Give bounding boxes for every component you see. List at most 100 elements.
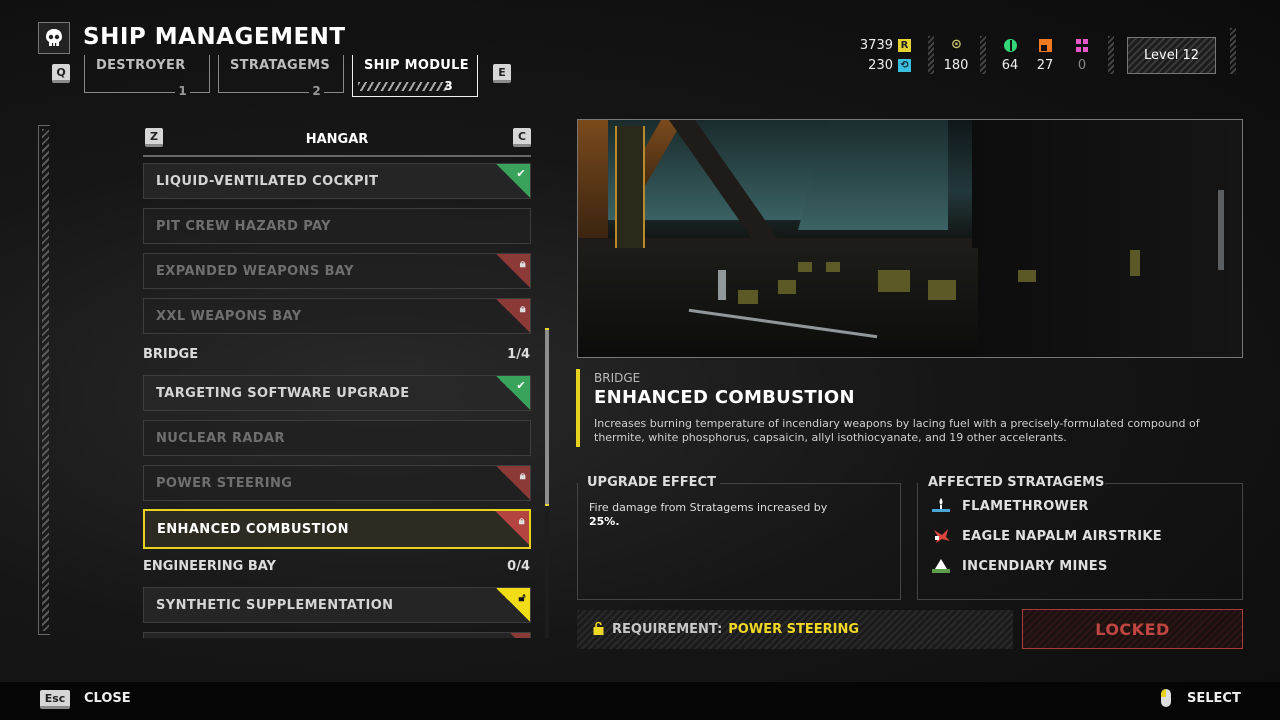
list-item[interactable]: TARGETING SOFTWARE UPGRADE ✔ — [143, 375, 531, 411]
tab-label: SHIP MODULE — [364, 58, 469, 73]
item-label: TARGETING SOFTWARE UPGRADE — [156, 385, 410, 401]
module-preview-image — [577, 119, 1243, 358]
owned-badge: ✔ — [496, 164, 530, 198]
requirement-bar: REQUIREMENT: POWER STEERING — [577, 610, 1013, 649]
unlock-icon: 🔓︎ — [518, 591, 526, 604]
item-label: PIT CREW HAZARD PAY — [156, 218, 331, 234]
check-icon: ✔ — [516, 167, 526, 180]
unlockable-badge: 🔓︎ — [496, 588, 530, 622]
lock-icon: 🔒︎ — [519, 257, 526, 270]
list-item[interactable]: SYNTHETIC SUPPLEMENTATION 🔓︎ — [143, 587, 531, 623]
item-label: SYNTHETIC SUPPLEMENTATION — [156, 597, 394, 613]
list-item[interactable]: PIT CREW HAZARD PAY — [143, 208, 531, 244]
super-samples-value: 0 — [1077, 58, 1087, 73]
tab-label: STRATAGEMS — [230, 58, 331, 73]
item-label: POWER STEERING — [156, 475, 293, 491]
requisition-value: 3739 — [859, 38, 893, 53]
locked-badge: 🔒︎ — [495, 511, 529, 545]
list-item[interactable]: NUCLEAR RADAR — [143, 420, 531, 456]
category-title: HANGAR — [305, 132, 369, 147]
section-label-bridge: BRIDGE — [143, 347, 199, 362]
selection-accent-bar — [576, 369, 580, 447]
check-icon: ✔ — [516, 379, 526, 392]
eagle-icon — [930, 527, 952, 545]
separator — [980, 36, 986, 74]
tab-stratagems[interactable]: STRATAGEMS 2 — [218, 55, 344, 98]
affected-stratagems-header: AFFECTED STRATAGEMS — [928, 475, 1105, 490]
requirement-label: REQUIREMENT: — [612, 622, 723, 637]
prev-category-key[interactable]: Z — [145, 128, 163, 147]
stratagem-item: EAGLE NAPALM AIRSTRIKE — [930, 527, 1162, 545]
lock-icon: 🔒︎ — [519, 469, 526, 482]
list-item[interactable]: EXPANDED WEAPONS BAY 🔒︎ — [143, 253, 531, 289]
lock-icon: 🔒︎ — [518, 514, 525, 527]
next-category-key[interactable]: C — [513, 128, 531, 147]
banner-decoration — [615, 126, 645, 261]
mines-icon — [930, 557, 952, 575]
stratagem-item: INCENDIARY MINES — [930, 557, 1108, 575]
skull-logo-icon — [38, 22, 70, 54]
select-button[interactable]: SELECT — [1187, 691, 1241, 706]
upgrade-effect-header: UPGRADE EFFECT — [587, 475, 716, 490]
item-label: EXPANDED WEAPONS BAY — [156, 263, 354, 279]
section-count-engineering: 0/4 — [507, 559, 530, 574]
list-item-selected[interactable]: ENHANCED COMBUSTION 🔒︎ — [143, 509, 531, 549]
item-label: LIQUID-VENTILATED COCKPIT — [156, 173, 379, 189]
locked-badge: 🔒︎ — [496, 254, 530, 288]
super-credits-value: 230 — [868, 58, 893, 73]
locked-button[interactable]: LOCKED — [1022, 609, 1243, 649]
next-tab-key[interactable]: E — [493, 64, 511, 83]
lock-icon: 🔒︎ — [519, 302, 526, 315]
stratagem-item: FLAMETHROWER — [930, 497, 1089, 515]
section-label-engineering: ENGINEERING BAY — [143, 559, 276, 574]
flamethrower-icon — [930, 497, 952, 515]
list-item[interactable]: POWER STEERING 🔒︎ — [143, 465, 531, 501]
item-label: NUCLEAR RADAR — [156, 430, 285, 446]
left-rail-decoration — [38, 125, 50, 635]
item-label: ENHANCED COMBUSTION — [157, 521, 349, 537]
prev-tab-key[interactable]: Q — [52, 64, 70, 83]
stratagem-label: INCENDIARY MINES — [962, 558, 1108, 574]
medal-icon: ⊙ — [951, 37, 962, 52]
tab-number: 1 — [175, 84, 190, 98]
box-border — [1105, 483, 1243, 484]
item-label: XXL WEAPONS BAY — [156, 308, 302, 324]
module-category: BRIDGE — [594, 371, 641, 385]
module-description: Increases burning temperature of incendi… — [594, 417, 1200, 444]
effect-value: 25%. — [589, 515, 620, 528]
rare-sample-icon — [1039, 39, 1052, 52]
locked-badge: 🔒︎ — [496, 466, 530, 500]
stratagem-label: FLAMETHROWER — [962, 498, 1089, 514]
section-count-bridge: 1/4 — [507, 347, 530, 362]
module-title: ENHANCED COMBUSTION — [594, 387, 855, 408]
medals-value: 180 — [943, 58, 969, 73]
tab-ship-module[interactable]: SHIP MODULE 3 — [352, 55, 478, 97]
esc-key[interactable]: Esc — [40, 690, 70, 709]
tab-destroyer[interactable]: DESTROYER 1 — [84, 55, 210, 98]
super-sample-icon — [1075, 39, 1088, 52]
separator — [928, 36, 934, 74]
separator — [1230, 28, 1236, 74]
rare-samples-value: 27 — [1036, 58, 1054, 73]
active-tab-indicator — [358, 82, 448, 91]
list-item-partial[interactable] — [143, 632, 531, 638]
owned-badge: ✔ — [496, 376, 530, 410]
requirement-value: POWER STEERING — [728, 622, 860, 637]
list-item[interactable]: XXL WEAPONS BAY 🔒︎ — [143, 298, 531, 334]
locked-badge: 🔒︎ — [496, 299, 530, 333]
effect-description: Fire damage from Stratagems increased by — [589, 501, 828, 514]
page-title: SHIP MANAGEMENT — [83, 24, 346, 50]
stratagem-label: EAGLE NAPALM AIRSTRIKE — [962, 528, 1162, 544]
common-samples-value: 64 — [1001, 58, 1019, 73]
locked-badge — [496, 633, 530, 638]
list-item[interactable]: LIQUID-VENTILATED COCKPIT ✔ — [143, 163, 531, 199]
tab-number: 3 — [444, 79, 453, 93]
requirement-lock-icon — [593, 621, 604, 639]
mouse-left-click-icon — [1161, 689, 1171, 707]
category-divider — [143, 155, 531, 157]
close-button[interactable]: CLOSE — [84, 691, 131, 706]
scrollbar-thumb[interactable] — [545, 328, 549, 506]
super-credits-icon: ⟲ — [898, 59, 911, 72]
tab-number: 2 — [309, 84, 324, 98]
level-badge: Level 12 — [1127, 37, 1216, 74]
